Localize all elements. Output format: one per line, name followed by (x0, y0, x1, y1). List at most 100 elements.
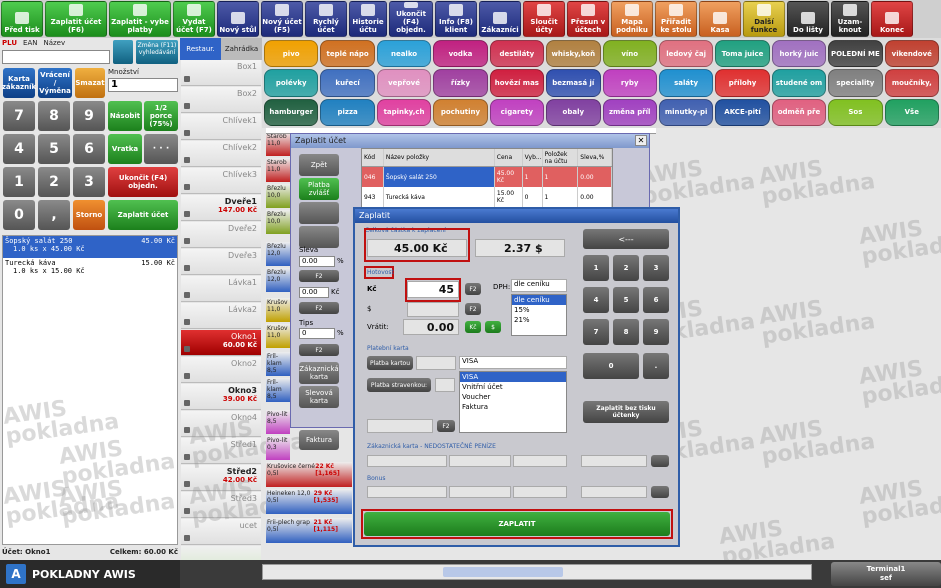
terminal-button[interactable]: Terminal1 sef (831, 562, 941, 586)
horizontal-scrollbar[interactable] (262, 564, 812, 580)
product-button[interactable]: Pivo-lit 0,3 (266, 436, 290, 460)
table-cell[interactable]: Dveře3 (181, 249, 261, 275)
voucher-pay-button[interactable]: Platba stravenkou: (367, 378, 431, 392)
grid-column-header[interactable]: Cena (495, 149, 523, 166)
category-button[interactable]: horký juic (771, 40, 827, 68)
order-item[interactable]: Šopský salát 250 45.00 Kč 1.0 ks x 45.00 K… (3, 236, 177, 258)
table-cell[interactable]: Chlívek3 (181, 168, 261, 194)
category-button[interactable]: moučníky, (884, 69, 939, 97)
return-exchange-button[interactable]: Vrácení / Výměna (38, 68, 72, 98)
tab-nazev[interactable]: Název (43, 39, 65, 47)
extra-f2-button[interactable]: F2 (437, 420, 455, 432)
table-cell[interactable]: Dveře2 (181, 222, 261, 248)
toolbar-button-4[interactable]: Nový stůl (217, 1, 259, 37)
bonus-field[interactable] (367, 486, 447, 498)
table-cell[interactable]: Okno2 (181, 357, 261, 383)
category-button[interactable]: nealko (376, 40, 432, 68)
card-type-option[interactable]: Voucher (460, 392, 566, 402)
product-button[interactable]: Pivo-lit 8,5 (266, 410, 290, 434)
toolbar-button-7[interactable]: Historie účtu (349, 1, 387, 37)
toolbar-button-11[interactable]: Sloučit účty (523, 1, 565, 37)
discount-card-button[interactable]: Slevová karta (299, 386, 339, 408)
card-type-select[interactable]: VISA (459, 356, 567, 369)
quantity-input[interactable]: 1 (108, 78, 178, 92)
pay-bill-button[interactable]: Zaplatit účet (108, 200, 178, 230)
change-usd-button[interactable]: $ (485, 321, 501, 333)
grid-row[interactable]: 046 Šopský salát 250 45.00 Kč 1 1 0.00 (362, 167, 612, 187)
key-8[interactable]: 3 (73, 167, 105, 197)
toolbar-button-3[interactable]: Vydat účet (F7) (173, 1, 215, 37)
category-button[interactable]: AKCE-pití (715, 98, 770, 126)
grid-column-header[interactable]: Název položky (384, 149, 495, 166)
product-button[interactable]: Březlu 10,0 (266, 184, 290, 208)
table-cell[interactable]: Box2 (181, 87, 261, 113)
toolbar-button-2[interactable]: Zaplatit - vybe platby (109, 1, 171, 37)
toolbar-button-5[interactable]: Nový účet (F5) (261, 1, 303, 37)
scrollbar-thumb[interactable] (443, 567, 563, 577)
product-button[interactable]: Březlu 12,0 (266, 268, 290, 292)
toolbar-button-15[interactable]: Kasa (699, 1, 741, 37)
split-pay-button[interactable]: Platba zvlášť (299, 178, 339, 200)
key-0[interactable]: 7 (3, 101, 35, 131)
product-button[interactable]: Krušov 11,0 (266, 298, 290, 322)
voucher-amount-field[interactable] (435, 378, 455, 392)
vat-select[interactable]: dle ceníku (511, 279, 567, 292)
category-button[interactable]: vodka (433, 40, 488, 68)
bonus-field-2[interactable] (449, 486, 511, 498)
category-button[interactable]: řízky (433, 69, 488, 97)
toolbar-button-18[interactable]: Uzam-knout (831, 1, 869, 37)
category-button[interactable]: teplé nápo (320, 40, 375, 68)
table-cell[interactable]: Lávka1 (181, 276, 261, 302)
category-button[interactable]: hovězí mas (489, 69, 545, 97)
discount-percent-input[interactable]: 0.00 (299, 256, 335, 267)
cash-kc-f2-button[interactable]: F2 (465, 283, 481, 295)
key-2[interactable]: 9 (73, 101, 105, 131)
category-button[interactable]: bezmasá jí (546, 69, 601, 97)
customer-card-button[interactable]: Zákaznická karta (299, 362, 339, 384)
product-button[interactable]: Heineken 12,0 0,5l 29 Kč [1,535] (266, 489, 352, 514)
numpad-key[interactable]: 1 (583, 255, 609, 281)
plu-search-input[interactable] (2, 50, 110, 64)
customer-card-button[interactable] (651, 455, 669, 467)
product-button[interactable]: Starob 11,0 (266, 158, 290, 182)
numpad-key[interactable]: 4 (583, 287, 609, 313)
key-6[interactable]: 1 (3, 167, 35, 197)
category-button[interactable]: polévky (264, 69, 319, 97)
toolbar-button-10[interactable]: Zákazníci (479, 1, 521, 37)
toolbar-button-9[interactable]: Info (F8) klient (435, 1, 477, 37)
category-button[interactable]: cigarety (489, 98, 545, 126)
card-type-option[interactable]: VISA (460, 372, 566, 382)
multiply-button[interactable]: Násobit (108, 101, 142, 131)
key-4[interactable]: 5 (38, 134, 70, 164)
category-button[interactable]: pivo (264, 40, 319, 68)
table-cell[interactable]: Dveře1 147.00 Kč (181, 195, 261, 221)
category-button[interactable]: Sos (828, 98, 883, 126)
order-item[interactable]: Turecká káva 15.00 Kč 1.0 ks x 15.00 Kč (3, 258, 177, 280)
table-cell[interactable]: Chlívek1 (181, 114, 261, 140)
tab-restaurace[interactable]: Restaur. (180, 38, 221, 60)
product-button[interactable]: Fríl-klam 8,5 (266, 352, 290, 376)
table-cell[interactable]: Okno3 39.00 Kč (181, 384, 261, 410)
category-button[interactable]: vepřové (376, 69, 432, 97)
cash-usd-input[interactable] (407, 302, 459, 317)
product-button[interactable]: Frii-plech grap 0,5l 21 Kč [1,115] (266, 518, 352, 543)
category-button[interactable]: POLEDNÍ ME (828, 40, 883, 68)
invoice-button[interactable]: Faktura (299, 430, 339, 450)
toolbar-button-13[interactable]: Mapa podniku (611, 1, 653, 37)
table-cell[interactable]: Lávka2 (181, 303, 261, 329)
numpad-key[interactable]: 5 (613, 287, 639, 313)
category-button[interactable]: Vše (884, 98, 939, 126)
storno-button[interactable]: Storno (73, 200, 105, 230)
tips-input[interactable]: 0 (299, 328, 335, 339)
numpad-key[interactable]: 6 (643, 287, 669, 313)
card-pay-button[interactable]: Platba kartou (367, 356, 413, 370)
table-cell[interactable]: Chlívek2 (181, 141, 261, 167)
tab-ean[interactable]: EAN (23, 39, 37, 47)
category-button[interactable]: přílohy (715, 69, 770, 97)
product-button[interactable]: Březlu 12,0 (266, 242, 290, 266)
blank-button-2[interactable] (299, 226, 339, 248)
category-button[interactable]: pochutiny (433, 98, 488, 126)
tab-zahradka[interactable]: Zahrádka (221, 38, 262, 60)
toolbar-button-19[interactable]: Konec (871, 1, 913, 37)
numpad-key[interactable]: . (643, 353, 669, 379)
